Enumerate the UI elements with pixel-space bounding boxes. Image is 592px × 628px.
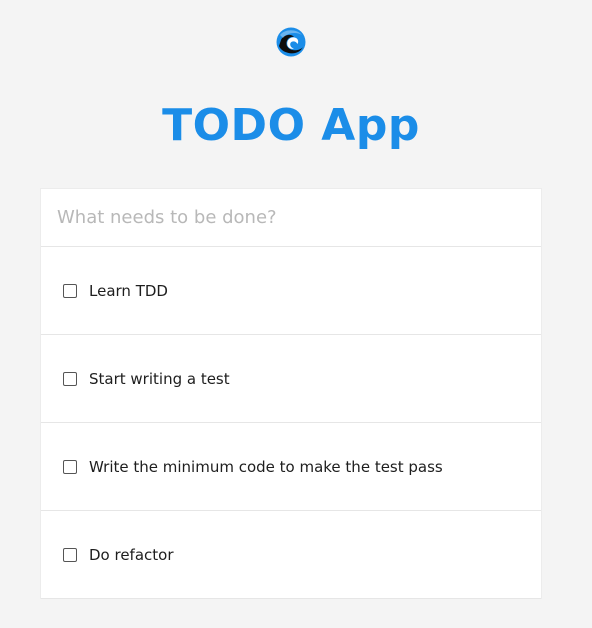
page-title: TODO App (162, 100, 420, 151)
todo-label: Do refactor (89, 545, 174, 564)
todo-list: Learn TDD Start writing a test Write the… (41, 247, 541, 599)
todo-label: Start writing a test (89, 369, 230, 388)
todo-label: Learn TDD (89, 281, 168, 300)
todo-label: Write the minimum code to make the test … (89, 457, 443, 476)
todo-item: Do refactor (41, 511, 541, 599)
new-todo-input[interactable] (41, 189, 541, 247)
todo-checkbox[interactable] (63, 283, 77, 298)
todo-item: Write the minimum code to make the test … (41, 423, 541, 511)
todo-checkbox[interactable] (63, 371, 77, 386)
todo-panel: Learn TDD Start writing a test Write the… (41, 189, 541, 599)
todo-item: Learn TDD (41, 247, 541, 335)
todo-checkbox[interactable] (63, 459, 77, 474)
todo-checkbox[interactable] (63, 547, 77, 562)
wave-logo-icon (276, 27, 306, 57)
todo-item: Start writing a test (41, 335, 541, 423)
